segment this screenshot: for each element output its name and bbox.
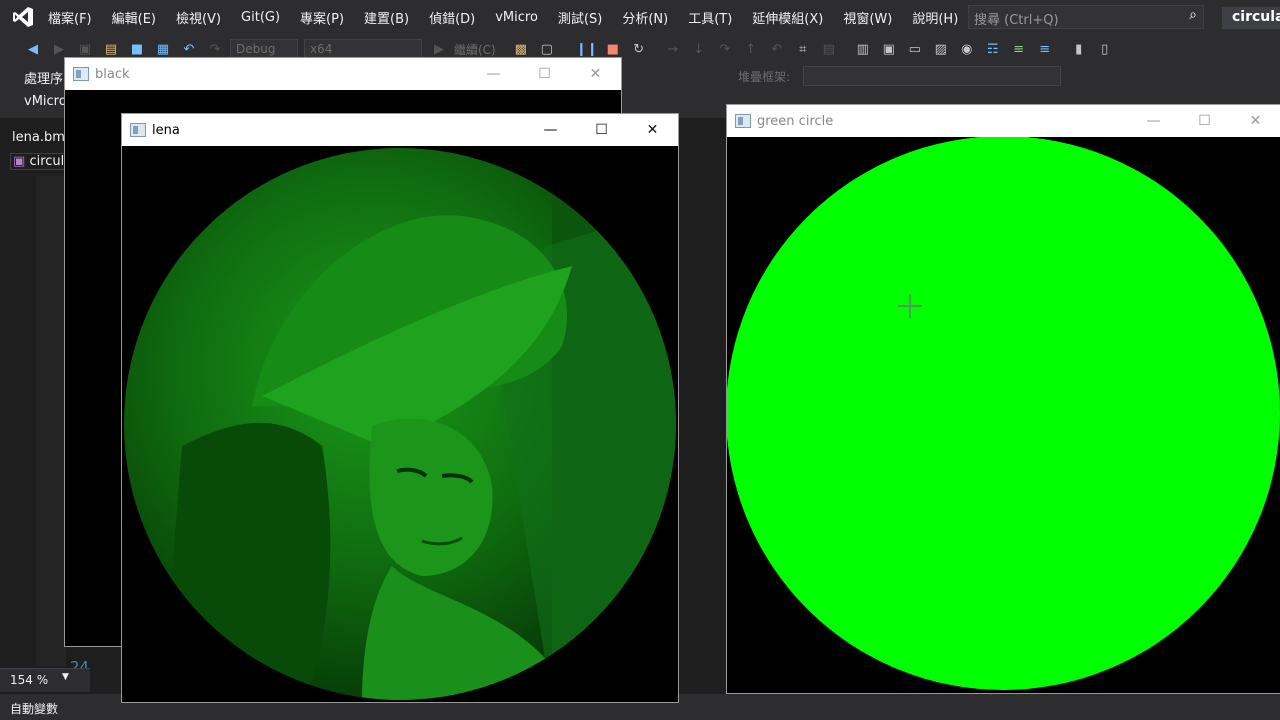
menu-tools[interactable]: 工具(T) (688, 8, 732, 27)
menu-analyze[interactable]: 分析(N) (622, 8, 668, 27)
back-icon[interactable]: ◀ (22, 39, 44, 59)
menu-project[interactable]: 專案(P) (300, 8, 344, 27)
menu-git[interactable]: Git(G) (241, 10, 280, 25)
green-circle-canvas[interactable] (727, 137, 1280, 693)
maximize-icon[interactable]: ☐ (519, 58, 570, 90)
menu-window[interactable]: 視窗(W) (843, 8, 892, 27)
diagnostics-icon[interactable]: ▢ (536, 39, 558, 59)
save-icon[interactable]: ■ (126, 39, 148, 59)
solution-explorer-icon[interactable]: ☶ (982, 39, 1004, 59)
restart-icon[interactable]: ↻ (628, 39, 650, 59)
stack-frame-label: 堆疊框架: (738, 70, 791, 84)
minimize-icon[interactable]: — (468, 58, 519, 90)
menu-build[interactable]: 建置(B) (364, 8, 409, 27)
process-label: 處理序 (24, 72, 64, 87)
green-circle-shape (727, 137, 1280, 690)
green-circle-window-title: green circle (757, 113, 834, 129)
zoom-dropdown[interactable]: 154 % ▼ (0, 668, 90, 692)
attach-icon[interactable]: ▩ (510, 39, 532, 59)
stop-icon[interactable]: ■ (602, 39, 624, 59)
lena-window-titlebar[interactable]: lena — ☐ ✕ (122, 114, 678, 146)
vmicro-label: vMicro (24, 94, 67, 109)
save-all-icon[interactable]: ▦ (152, 39, 174, 59)
chevron-down-icon: ▼ (62, 672, 69, 682)
pause-icon[interactable]: ❙❙ (576, 39, 598, 59)
editor-gutter (36, 176, 66, 666)
solution-name: circular (1222, 7, 1280, 29)
stack-frame-dropdown[interactable] (803, 66, 1061, 86)
menu-debug[interactable]: 偵錯(D) (429, 8, 475, 27)
configuration-dropdown[interactable]: Debug (230, 39, 298, 59)
maximize-icon[interactable]: ☐ (1179, 105, 1230, 137)
window-app-icon (73, 67, 89, 81)
forward-icon[interactable]: ▶ (48, 39, 70, 59)
lena-masked-image (124, 148, 676, 700)
search-input[interactable]: 搜尋 (Ctrl+Q) ⌕ (968, 5, 1204, 29)
minimize-icon[interactable]: — (525, 114, 576, 146)
continue-label[interactable]: 繼續(C) (454, 41, 496, 58)
open-file-icon[interactable]: ▤ (100, 39, 122, 59)
close-icon[interactable]: ✕ (570, 58, 621, 90)
terminal-icon[interactable]: ▭ (904, 39, 926, 59)
black-window-titlebar[interactable]: black — ☐ ✕ (65, 58, 621, 90)
cpp-file-icon: ▣ (13, 154, 26, 169)
undo-icon[interactable]: ↶ (178, 39, 200, 59)
uncomment-icon[interactable]: ≡ (1034, 39, 1056, 59)
next-bookmark-icon[interactable]: ▯ (1094, 39, 1116, 59)
zoom-level: 154 % (10, 673, 49, 687)
lena-window-title: lena (152, 122, 180, 138)
comment-icon[interactable]: ≡ (1008, 39, 1030, 59)
properties-icon[interactable]: ▨ (930, 39, 952, 59)
show-next-statement-icon[interactable]: → (662, 39, 684, 59)
close-icon[interactable]: ✕ (627, 114, 678, 146)
autos-label: 自動變數 (10, 702, 59, 716)
close-icon[interactable]: ✕ (1230, 105, 1280, 137)
minimize-icon[interactable]: — (1128, 105, 1179, 137)
menu-vmicro[interactable]: vMicro (495, 10, 538, 25)
visual-studio-logo-icon[interactable] (10, 4, 36, 30)
object-browser-icon[interactable]: ◉ (956, 39, 978, 59)
window-app-icon (130, 123, 146, 137)
green-circle-image (727, 137, 1280, 690)
step-back-icon[interactable]: ↶ (766, 39, 788, 59)
bookmark-icon[interactable]: ▮ (1068, 39, 1090, 59)
step-out-icon[interactable]: ↑ (740, 39, 762, 59)
redo-icon[interactable]: ↷ (204, 39, 226, 59)
menu-edit[interactable]: 編輯(E) (112, 8, 156, 27)
menu-view[interactable]: 檢視(V) (176, 8, 221, 27)
menu-test[interactable]: 測試(S) (558, 8, 602, 27)
black-window-title: black (95, 66, 130, 82)
lena-window-canvas[interactable] (122, 146, 678, 702)
platform-dropdown[interactable]: x64 (304, 39, 422, 59)
menu-file[interactable]: 檔案(F) (48, 8, 92, 27)
window-app-icon (735, 114, 751, 128)
step-into-icon[interactable]: ↓ (688, 39, 710, 59)
breakpoint-icon[interactable]: ▤ (818, 39, 840, 59)
new-project-icon[interactable]: ▣ (74, 39, 96, 59)
document-tab-strip: lena.bmp (0, 126, 73, 150)
search-icon[interactable]: ⌕ (1189, 7, 1197, 23)
hex-display-icon[interactable]: ⌗ (792, 39, 814, 59)
continue-icon[interactable]: ▶ (428, 39, 450, 59)
green-circle-window[interactable]: green circle — ☐ ✕ (726, 104, 1280, 694)
maximize-icon[interactable]: ☐ (576, 114, 627, 146)
output-icon[interactable]: ▥ (852, 39, 874, 59)
search-placeholder: 搜尋 (Ctrl+Q) (974, 13, 1059, 28)
lena-window[interactable]: lena — ☐ ✕ (121, 113, 679, 703)
menubar: 檔案(F) 編輯(E) 檢視(V) Git(G) 專案(P) 建置(B) 偵錯(… (0, 0, 1280, 34)
crosshair-cursor-icon (898, 294, 922, 318)
menu-help[interactable]: 說明(H) (912, 8, 958, 27)
toolbox-icon[interactable]: ▣ (878, 39, 900, 59)
green-circle-window-titlebar[interactable]: green circle — ☐ ✕ (727, 105, 1280, 137)
menu-extensions[interactable]: 延伸模組(X) (752, 8, 823, 27)
step-over-icon[interactable]: ↷ (714, 39, 736, 59)
